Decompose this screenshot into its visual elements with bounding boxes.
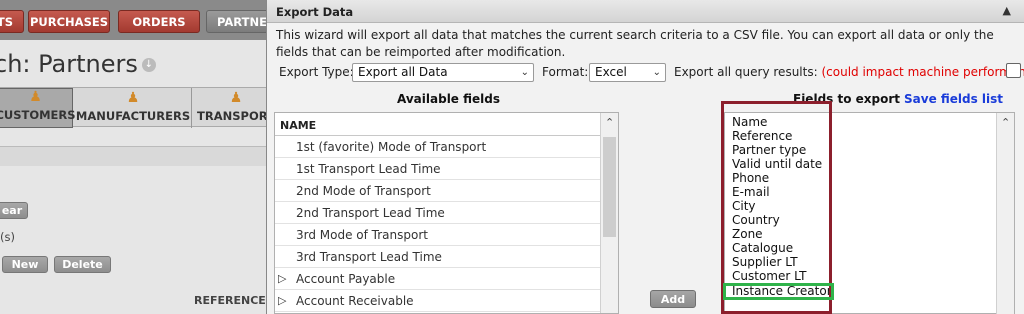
list-item-expandable[interactable]: ▷ Account Payable (275, 268, 600, 290)
export-all-results-label: Export all query results: (could impact … (674, 65, 1024, 79)
nav-button-prev[interactable]: TS (0, 10, 24, 33)
chevron-down-icon: ⌄ (520, 67, 529, 78)
export-type-label: Export Type: (279, 65, 354, 79)
person-icon: ♟ (229, 90, 243, 106)
delete-button[interactable]: Delete (54, 256, 111, 273)
instance-creator-highlight (723, 283, 834, 300)
available-fields-list: NAME 1st (favorite) Mode of Transport 1s… (274, 112, 619, 314)
format-select[interactable]: Excel ⌄ (589, 63, 666, 82)
export-type-select[interactable]: Export all Data ⌄ (352, 63, 534, 82)
tab-manufacturers[interactable]: ♟ MANUFACTURERS (75, 88, 192, 128)
scrollbar-thumb[interactable] (603, 137, 616, 237)
tab-customers[interactable]: ♟ CUSTOMERS (0, 88, 76, 128)
save-fields-list-link[interactable]: Save fields list (904, 92, 1003, 106)
collapse-icon[interactable]: ▲ (1003, 4, 1011, 17)
dialog-header: Export Data ▲ (267, 0, 1024, 23)
main-nav-bar: TS PURCHASES ORDERS PARTNER (0, 0, 280, 40)
scroll-up-icon[interactable]: ⌃ (605, 116, 614, 129)
nav-button-orders[interactable]: ORDERS (118, 10, 200, 33)
chevron-down-icon: ⌄ (652, 67, 661, 78)
export-options: Export Type: Export all Data ⌄ Format: E… (279, 63, 1024, 82)
available-fields-title: Available fields (397, 92, 501, 106)
add-button[interactable]: Add (650, 290, 696, 308)
person-icon: ♟ (126, 90, 140, 106)
reference-column-header[interactable]: REFERENCE (194, 294, 266, 307)
list-item[interactable]: 3rd Mode of Transport (275, 224, 600, 246)
format-label: Format: (542, 65, 589, 79)
name-column-header[interactable]: NAME (275, 113, 600, 136)
export-fields-scrollbar[interactable]: ⌃ (996, 113, 1014, 314)
selection-count: (s) (0, 230, 15, 244)
clear-button[interactable]: ear (0, 202, 28, 219)
list-item[interactable]: 2nd Transport Lead Time (275, 202, 600, 224)
expand-arrow-icon[interactable]: ▷ (278, 290, 286, 312)
filter-row (0, 146, 280, 166)
list-item[interactable]: 1st Transport Lead Time (275, 158, 600, 180)
list-item[interactable]: 2nd Mode of Transport (275, 180, 600, 202)
partner-tabs: ♟ CUSTOMERS ♟ MANUFACTURERS ♟ TRANSPORT (0, 87, 280, 128)
list-item-expandable[interactable]: ▷ Account Receivable (275, 290, 600, 312)
person-icon: ♟ (29, 89, 42, 105)
dialog-description: This wizard will export all data that ma… (276, 28, 994, 59)
scroll-up-icon[interactable]: ⌃ (1001, 116, 1010, 129)
list-item[interactable]: 1st (favorite) Mode of Transport (275, 136, 600, 158)
available-fields-scrollbar[interactable]: ⌃ (600, 113, 618, 313)
help-icon[interactable]: ↓ (141, 58, 156, 72)
performance-warning: (could impact machine performance) (821, 65, 1024, 79)
nav-button-purchases[interactable]: PURCHASES (28, 10, 110, 33)
export-all-results-checkbox[interactable] (1006, 63, 1021, 78)
expand-arrow-icon[interactable]: ▷ (278, 268, 286, 290)
list-item[interactable]: 3rd Transport Lead Time (275, 246, 600, 268)
page-title: ch: Partners ↓ (0, 50, 156, 78)
new-button[interactable]: New (2, 256, 48, 273)
export-data-dialog: Export Data ▲ This wizard will export al… (266, 0, 1024, 314)
dialog-title: Export Data (276, 5, 354, 19)
